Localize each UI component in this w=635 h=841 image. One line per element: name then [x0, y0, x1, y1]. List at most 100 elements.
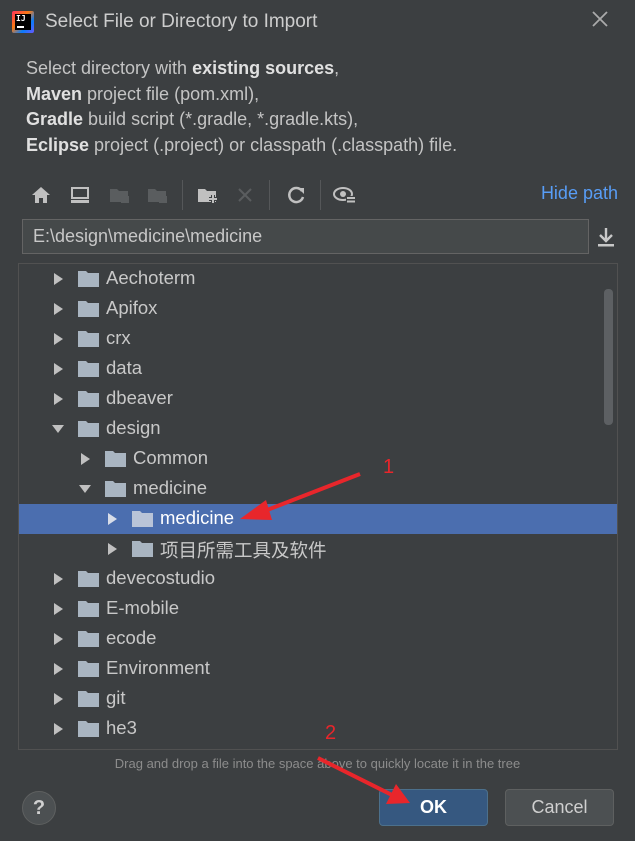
ok-button[interactable]: OK: [379, 789, 488, 826]
tree-row-label: Apifox: [106, 297, 158, 318]
tree-row[interactable]: medicine: [19, 504, 617, 534]
desc-line1-end: ,: [334, 58, 340, 78]
folder-icon: [105, 481, 126, 497]
help-button[interactable]: ?: [22, 791, 56, 825]
tree-row[interactable]: data: [19, 354, 617, 384]
expand-arrow-right-icon[interactable]: [51, 722, 65, 736]
intellij-logo-icon: IJ: [12, 11, 34, 33]
folder-icon: [78, 601, 99, 617]
desktop-icon[interactable]: [67, 182, 93, 208]
path-input[interactable]: [22, 219, 589, 254]
logo-text: IJ: [16, 14, 26, 23]
tree-row[interactable]: medicine: [19, 474, 617, 504]
tree-row[interactable]: 项目所需工具及软件: [19, 534, 617, 564]
toolbar-separator: [269, 180, 270, 210]
folder-icon: [78, 691, 99, 707]
folder-icon: [78, 271, 99, 287]
title-bar: IJ Select File or Directory to Import: [0, 0, 635, 44]
delete-icon: [232, 182, 258, 208]
show-hidden-files-icon[interactable]: [332, 182, 358, 208]
folder-icon: [78, 631, 99, 647]
expand-arrow-right-icon[interactable]: [51, 692, 65, 706]
tree-row[interactable]: he3: [19, 714, 617, 744]
desc-line3-text: build script (*.gradle, *.gradle.kts),: [83, 109, 359, 129]
expand-arrow-right-icon[interactable]: [51, 572, 65, 586]
tree-row-label: git: [106, 687, 126, 708]
tree-row[interactable]: Environment: [19, 654, 617, 684]
drag-drop-hint: Drag and drop a file into the space abov…: [114, 756, 521, 771]
expand-arrow-right-icon[interactable]: [51, 632, 65, 646]
expand-arrow-right-icon[interactable]: [51, 362, 65, 376]
tree-row-label: 项目所需工具及软件: [160, 540, 327, 561]
tree-row-label: crx: [106, 327, 131, 348]
desc-existing-sources: existing sources: [192, 58, 335, 78]
tree-row-label: medicine: [160, 507, 235, 528]
annotation-marker-2: 2: [325, 722, 337, 744]
folder-icon: [105, 451, 126, 467]
tree-row[interactable]: devecostudio: [19, 564, 617, 594]
folder-icon: [78, 361, 99, 377]
desc-maven: Maven: [26, 83, 83, 104]
tree-row[interactable]: Apifox: [19, 294, 617, 324]
folder-icon: [78, 661, 99, 677]
close-icon[interactable]: [590, 10, 610, 32]
desc-gradle: Gradle: [26, 109, 84, 129]
tree-row-label: E-mobile: [106, 597, 179, 618]
expand-arrow-right-icon[interactable]: [51, 662, 65, 676]
desc-line2-text: project file (pom.xml),: [82, 83, 260, 104]
expand-arrow-right-icon[interactable]: [105, 512, 119, 526]
expand-arrow-right-icon[interactable]: [51, 272, 65, 286]
folder-icon: [132, 511, 153, 527]
expand-arrow-right-icon[interactable]: [51, 332, 65, 346]
tree-row-label: Aechoterm: [106, 267, 196, 288]
folder-icon: [78, 421, 99, 437]
expand-arrow-right-icon[interactable]: [105, 542, 119, 556]
tree-row[interactable]: Common: [19, 444, 617, 474]
expand-arrow-down-icon[interactable]: [78, 482, 92, 496]
annotation-marker-1: 1: [383, 456, 395, 478]
tree-row[interactable]: ecode: [19, 624, 617, 654]
tree-row-label: devecostudio: [106, 567, 216, 588]
tree-row-label: ecode: [106, 627, 157, 648]
folder-icon: [78, 721, 99, 737]
hide-path-link[interactable]: Hide path: [541, 183, 618, 204]
expand-arrow-right-icon[interactable]: [51, 602, 65, 616]
expand-arrow-down-icon[interactable]: [51, 422, 65, 436]
folder-icon: [132, 541, 153, 557]
tree-row[interactable]: git: [19, 684, 617, 714]
download-icon[interactable]: [596, 226, 616, 248]
dialog-title: Select File or Directory to Import: [45, 11, 318, 32]
folder-icon: [78, 301, 99, 317]
folder-icon: [78, 391, 99, 407]
tree-row[interactable]: design: [19, 414, 617, 444]
desc-line1-text: Select directory with: [26, 58, 193, 78]
folder-icon: [78, 331, 99, 347]
tree-row[interactable]: E-mobile: [19, 594, 617, 624]
cancel-button[interactable]: Cancel: [505, 789, 614, 826]
new-folder-icon[interactable]: [195, 182, 221, 208]
tree-row-label: dbeaver: [106, 387, 173, 408]
desc-eclipse: Eclipse: [26, 134, 90, 155]
tree-row-label: design: [106, 417, 161, 438]
expand-arrow-right-icon[interactable]: [51, 302, 65, 316]
desc-line4-text: project (.project) or classpath (.classp…: [89, 134, 458, 155]
tree-scrollbar[interactable]: [604, 289, 613, 425]
file-chooser-toolbar: Hide path: [18, 176, 620, 214]
expand-arrow-right-icon[interactable]: [51, 392, 65, 406]
refresh-icon[interactable]: [283, 182, 309, 208]
tree-row-label: medicine: [133, 477, 208, 498]
folder-icon: [78, 571, 99, 587]
tree-row-label: Common: [133, 447, 209, 468]
tree-row[interactable]: Aechoterm: [19, 264, 617, 294]
file-tree[interactable]: Aechoterm Apifox crx data dbeaver design Commo…: [18, 263, 618, 750]
project-folder-icon: [107, 182, 133, 208]
expand-arrow-right-icon[interactable]: [78, 452, 92, 466]
tree-row[interactable]: crx: [19, 324, 617, 354]
dialog-description: Select directory with existing sources, …: [26, 56, 457, 158]
tree-row-label: he3: [106, 717, 137, 738]
tree-row-label: Environment: [106, 657, 210, 678]
module-folder-icon: [145, 182, 171, 208]
toolbar-separator: [320, 180, 321, 210]
home-icon[interactable]: [28, 182, 54, 208]
tree-row[interactable]: dbeaver: [19, 384, 617, 414]
